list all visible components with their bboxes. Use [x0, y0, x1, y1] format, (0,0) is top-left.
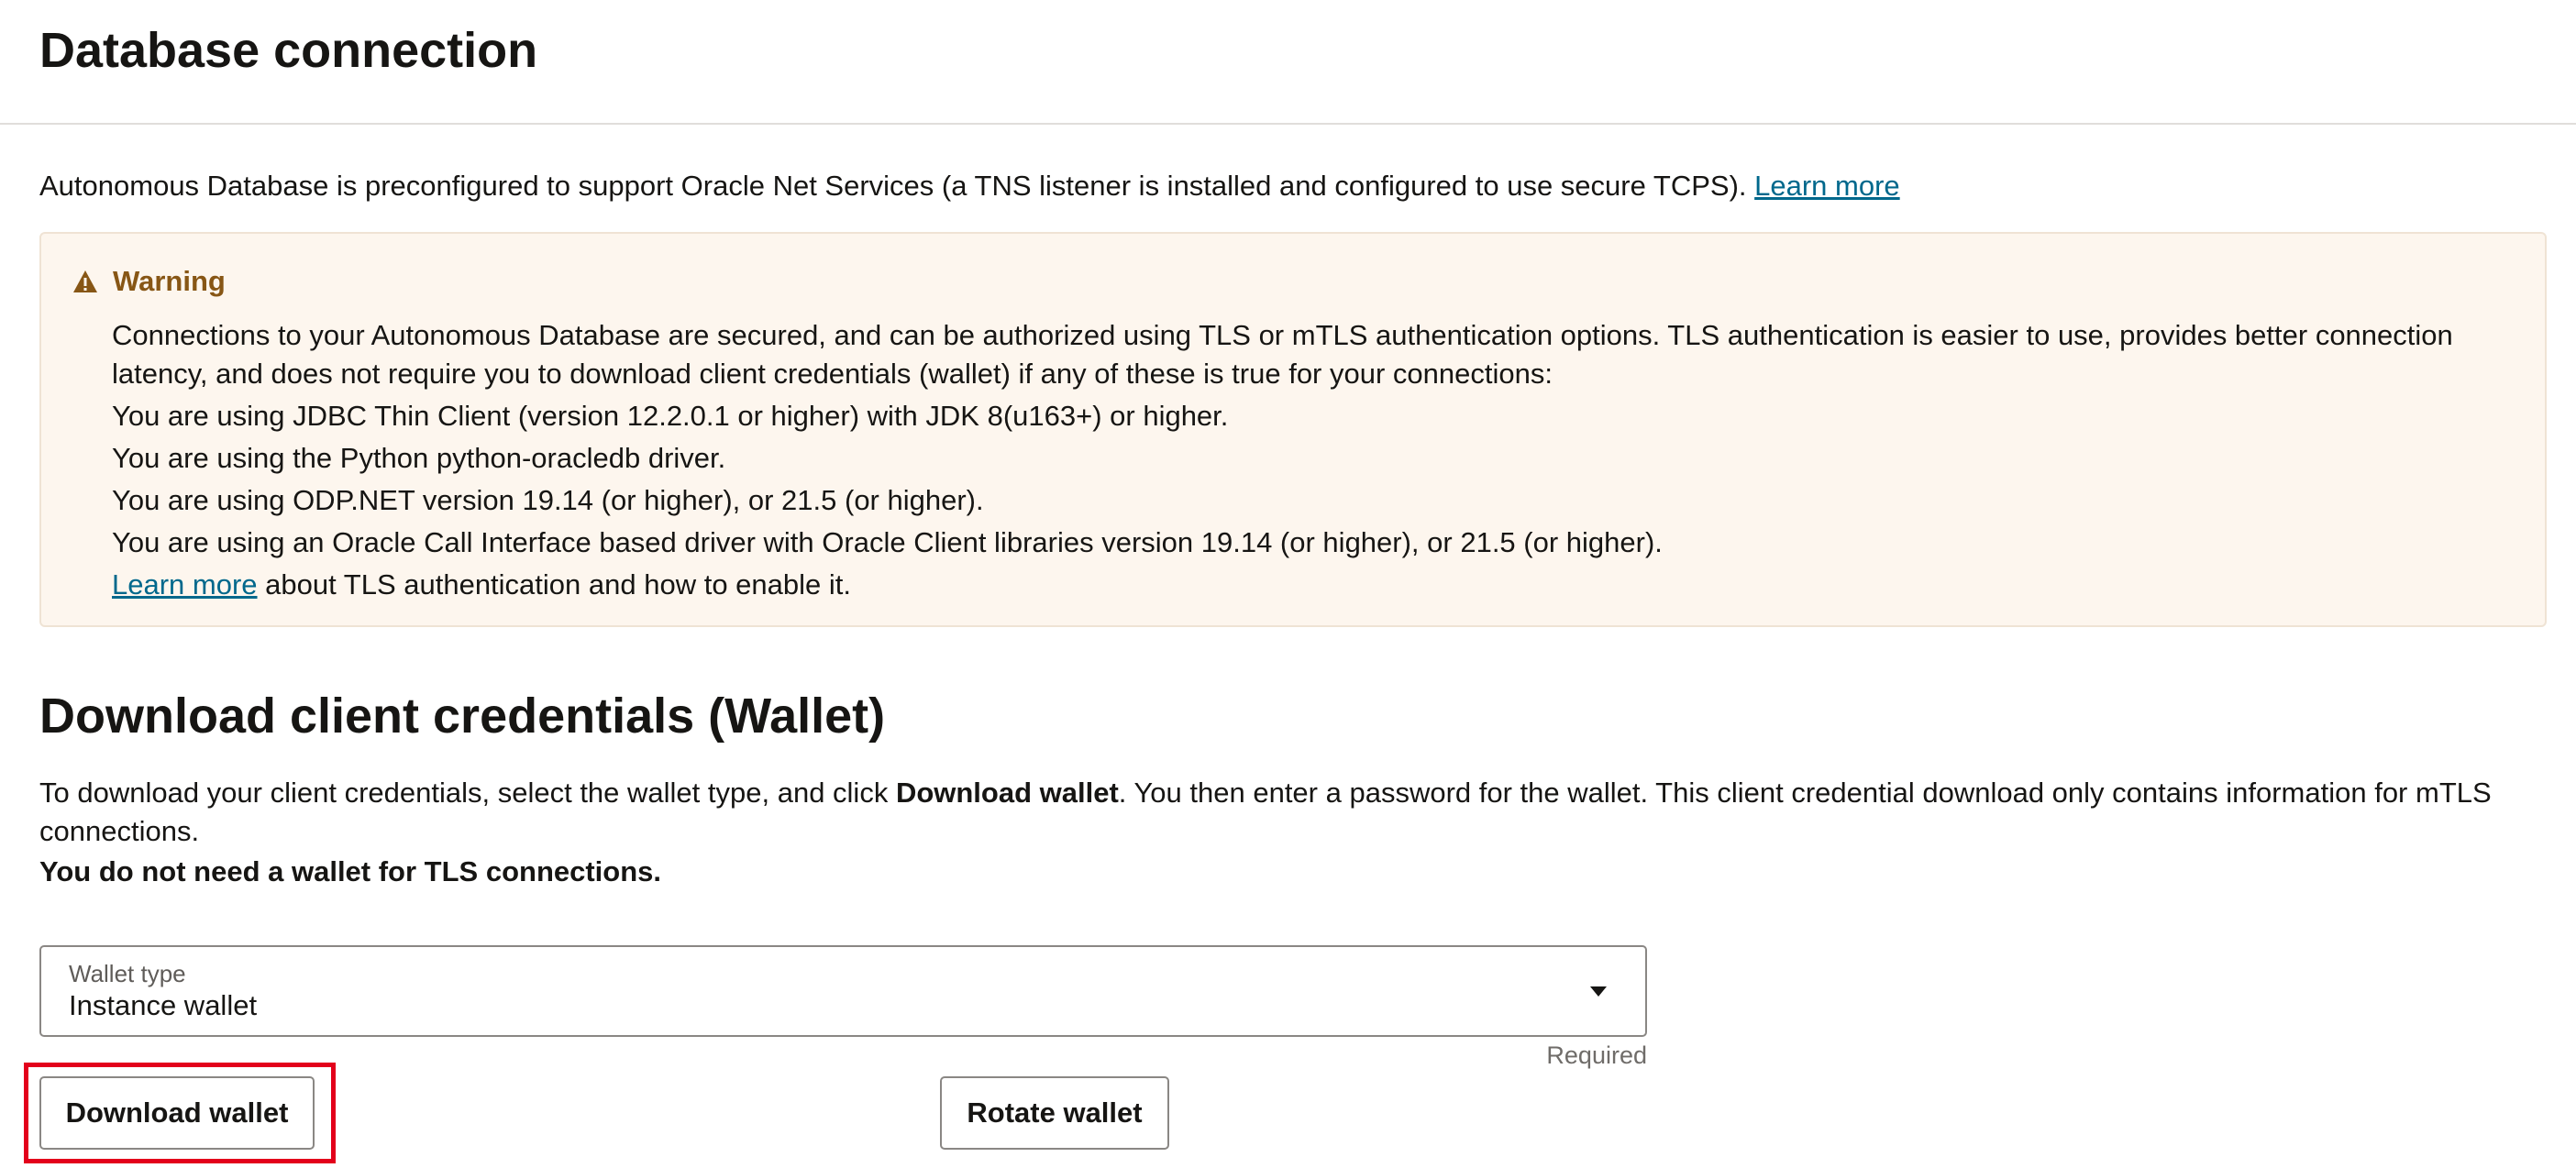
wallet-section-title: Download client credentials (Wallet) [39, 689, 886, 744]
wallet-type-select[interactable]: Wallet type Instance wallet [39, 945, 1647, 1037]
warning-item: You are using the Python python-oracledb… [112, 442, 726, 474]
chevron-down-icon[interactable] [1590, 986, 1607, 997]
warning-item: You are using JDBC Thin Client (version … [112, 400, 1229, 432]
warning-banner: Warning Connections to your Autonomous D… [39, 232, 2547, 627]
warning-item: You are using an Oracle Call Interface b… [112, 526, 1663, 558]
wallet-description: To download your client credentials, sel… [39, 774, 2534, 851]
warning-footer: Learn more about TLS authentication and … [112, 566, 2515, 604]
warning-item: You are using ODP.NET version 19.14 (or … [112, 484, 984, 516]
intro-text-body: Autonomous Database is preconfigured to … [39, 170, 1747, 202]
warning-paragraph: Connections to your Autonomous Database … [112, 319, 2453, 390]
wallet-desc-pre: To download your client credentials, sel… [39, 777, 896, 809]
header-divider [0, 123, 2576, 125]
intro-text: Autonomous Database is preconfigured to … [39, 167, 1900, 205]
warning-title: Warning [113, 265, 226, 297]
warning-footer-text: about TLS authentication and how to enab… [257, 568, 851, 601]
download-wallet-button[interactable]: Download wallet [39, 1076, 315, 1150]
rotate-wallet-button[interactable]: Rotate wallet [940, 1076, 1169, 1150]
warning-header: Warning [72, 265, 226, 298]
wallet-type-label: Wallet type [69, 960, 186, 987]
warning-triangle-icon [73, 270, 97, 292]
warning-body: Connections to your Autonomous Database … [112, 316, 2515, 608]
learn-more-link[interactable]: Learn more [1754, 170, 1900, 202]
page-title: Database connection [39, 23, 538, 78]
wallet-type-value: Instance wallet [69, 989, 258, 1021]
wallet-desc-bold: Download wallet [895, 777, 1119, 809]
tls-note: You do not need a wallet for TLS connect… [39, 855, 662, 887]
tls-learn-more-link[interactable]: Learn more [112, 568, 258, 601]
